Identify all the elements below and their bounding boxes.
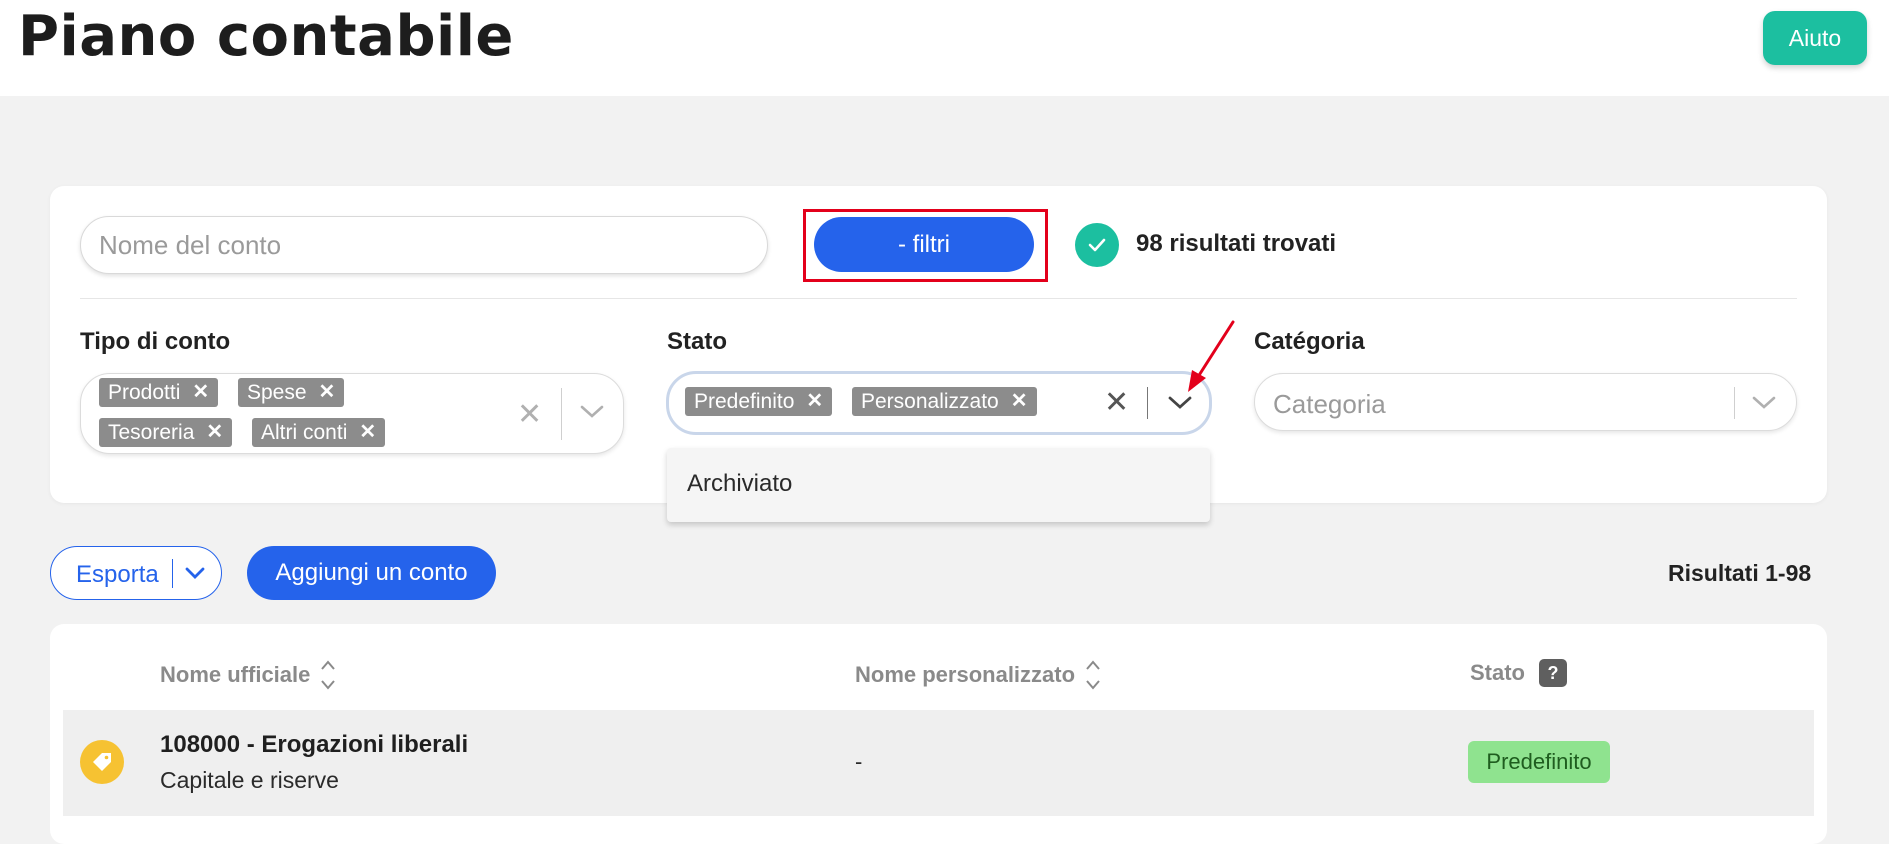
- tag-tesoreria: Tesoreria ✕: [99, 418, 233, 447]
- column-header-custom[interactable]: Nome personalizzato: [855, 659, 1101, 691]
- column-header-label: Stato: [1470, 660, 1525, 685]
- stato-dropdown-menu: Archiviato: [667, 448, 1210, 522]
- column-header-label: Nome personalizzato: [855, 662, 1076, 687]
- column-header-label: Nome ufficiale: [160, 662, 311, 687]
- separator: [172, 559, 173, 588]
- tipo-label: Tipo di conto: [80, 328, 231, 355]
- clear-icon[interactable]: ✕: [517, 400, 542, 430]
- tag-label: Personalizzato: [861, 390, 999, 413]
- add-account-button[interactable]: Aggiungi un conto: [247, 546, 496, 600]
- close-icon[interactable]: ✕: [806, 387, 823, 416]
- export-button[interactable]: Esporta: [50, 546, 222, 600]
- result-count: 98 risultati trovati: [1136, 230, 1337, 257]
- stato-label: Stato: [667, 328, 727, 355]
- tag-label: Tesoreria: [108, 421, 195, 444]
- row-title: 108000 - Erogazioni liberali: [160, 731, 469, 758]
- separator: [1734, 387, 1735, 419]
- tag-label: Spese: [247, 381, 307, 404]
- categoria-label: Catégoria: [1254, 328, 1365, 355]
- close-icon[interactable]: ✕: [192, 378, 209, 407]
- tag-prodotti: Prodotti ✕: [99, 378, 219, 407]
- sort-icon[interactable]: [1085, 659, 1101, 691]
- status-badge: Predefinito: [1468, 741, 1610, 783]
- chevron-down-icon[interactable]: [181, 559, 209, 587]
- clear-icon[interactable]: ✕: [1104, 388, 1129, 418]
- divider: [80, 298, 1797, 299]
- page-title: Piano contabile: [18, 4, 514, 69]
- close-icon[interactable]: ✕: [206, 418, 223, 447]
- tag-icon: [80, 740, 124, 784]
- help-icon[interactable]: ?: [1539, 659, 1567, 687]
- column-header-official[interactable]: Nome ufficiale: [160, 659, 336, 691]
- categoria-placeholder: Categoria: [1273, 389, 1386, 419]
- column-header-status: Stato ?: [1470, 659, 1567, 687]
- red-arrow: [1188, 320, 1235, 392]
- tag-label: Predefinito: [694, 390, 795, 413]
- tag-label: Prodotti: [108, 381, 181, 404]
- separator: [1147, 387, 1148, 419]
- tag-label: Altri conti: [261, 421, 348, 444]
- close-icon[interactable]: ✕: [1011, 387, 1028, 416]
- check-icon: [1075, 223, 1119, 267]
- dropdown-option-archiviato[interactable]: Archiviato: [687, 470, 792, 498]
- sort-icon[interactable]: [320, 659, 336, 691]
- tag-altri-conti: Altri conti ✕: [252, 418, 386, 447]
- separator: [561, 388, 562, 440]
- filters-toggle-button[interactable]: - filtri: [814, 217, 1034, 272]
- chevron-down-icon[interactable]: [1751, 394, 1777, 412]
- row-custom-name: -: [855, 749, 863, 774]
- row-subtitle: Capitale e riserve: [160, 767, 339, 793]
- tag-predefinito: Predefinito ✕: [685, 387, 833, 416]
- export-label: Esporta: [76, 561, 159, 588]
- tag-personalizzato: Personalizzato ✕: [852, 387, 1037, 416]
- close-icon[interactable]: ✕: [359, 418, 376, 447]
- search-input[interactable]: [80, 216, 768, 274]
- help-button[interactable]: Aiuto: [1763, 11, 1867, 65]
- close-icon[interactable]: ✕: [319, 378, 336, 407]
- chevron-down-icon[interactable]: [579, 403, 605, 421]
- results-range: Risultati 1-98: [1668, 560, 1812, 586]
- tag-spese: Spese ✕: [238, 378, 345, 407]
